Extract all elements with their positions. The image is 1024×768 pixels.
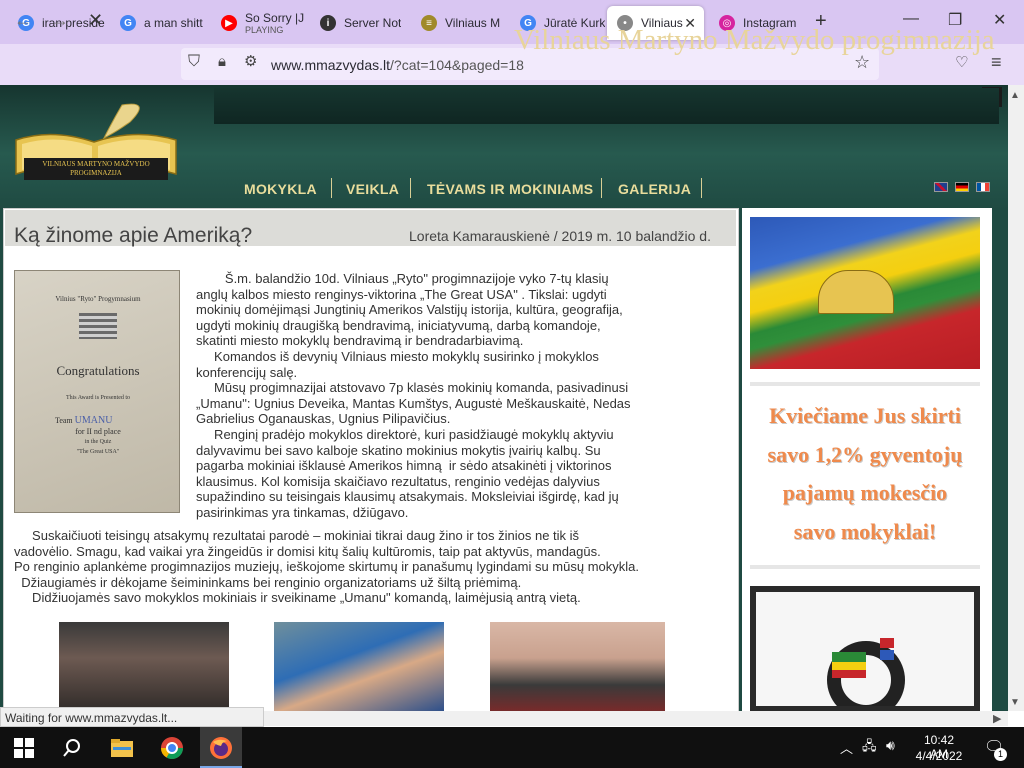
article-line: anglų kalbos miesto renginys-viktorina „… <box>196 286 607 302</box>
network-icon[interactable]: 🖧︎ <box>862 737 877 759</box>
scroll-down-icon[interactable]: ▼ <box>1010 697 1020 708</box>
search-icon[interactable] <box>62 738 86 762</box>
permissions-icon[interactable]: ⚙ <box>244 52 257 70</box>
article-line: Š.m. balandžio 10d. Vilniaus „Ryto" prog… <box>196 271 609 286</box>
article-line: „Umanu": Ugnius Deveika, Mantas Kumštys,… <box>196 395 631 411</box>
chevron-up-icon[interactable]: ︿ <box>840 738 853 757</box>
tab-label: So Sorry |J PLAYING <box>245 11 305 35</box>
article-line: Renginį pradėjo mokyklos direktorė, kuri… <box>196 426 614 442</box>
article-text: Š.m. balandžio 10d. Vilniaus „Ryto" prog… <box>196 271 631 521</box>
post-title[interactable]: Ką žinome apie Ameriką? <box>14 224 252 248</box>
close-window-icon[interactable]: ✕ <box>993 10 1006 30</box>
english-flag-icon[interactable] <box>934 182 948 192</box>
tab-label: Vilniaus M <box>445 16 501 30</box>
article-line: Suskaičiuoti teisingų atsakymų rezultata… <box>14 528 580 543</box>
chrome-icon[interactable] <box>160 736 184 760</box>
certificate-team-name: UMANU <box>74 415 113 426</box>
volume-icon[interactable]: 🔊︎ <box>886 737 895 754</box>
google-icon: G <box>120 15 136 31</box>
article-line: Džiaugiamės ir dėkojame šeimininkams bei… <box>14 574 522 590</box>
article-line: Po renginio aplankėme progimnazijos muzi… <box>14 559 639 575</box>
sidebar-divider <box>750 382 980 386</box>
article-line: vadovėlio. Smagu, kad vaikai yra žingeid… <box>14 543 601 559</box>
youtube-icon: ▶ <box>221 15 237 31</box>
back-icon[interactable]: ← <box>14 10 32 31</box>
certificate-line: This Award is Presented to <box>65 395 131 401</box>
tab-label: a man shitt <box>144 16 203 30</box>
menu-separator <box>701 178 702 198</box>
browser-tab[interactable]: i Server Not <box>310 6 410 40</box>
french-flag-icon[interactable] <box>976 182 990 192</box>
usa-flag-icon <box>79 313 117 339</box>
vertical-scrollbar[interactable] <box>1008 85 1024 711</box>
certificate-line: "The Great USA" <box>76 449 120 455</box>
poster-graphic <box>827 638 905 719</box>
photo-thumbnail[interactable] <box>490 622 665 712</box>
certificate-image[interactable]: Vilnius "Ryto" Progymnasium Congratulati… <box>14 270 180 513</box>
article-line: klausimus. Kol komisija skaičiavo rezult… <box>196 473 600 489</box>
browser-tab[interactable]: ▶ So Sorry |J PLAYING <box>211 6 309 40</box>
firefox-icon[interactable] <box>209 736 233 760</box>
tab-label: Server Not <box>344 16 402 30</box>
article-line: Didžiuojamės savo mokyklos mokiniais ir … <box>14 590 581 606</box>
certificate-line: for II nd place <box>75 427 121 436</box>
status-bar: Waiting for www.mmazvydas.lt... <box>0 707 264 727</box>
school-logo-icon: ≡ <box>421 15 437 31</box>
windows-start-icon[interactable] <box>14 738 38 762</box>
german-flag-icon[interactable] <box>955 182 969 192</box>
article-line: mokinių domėjimąsi Jungtinių Amerikos Va… <box>196 302 623 318</box>
menu-item-tevams[interactable]: TĖVAMS IR MOKINIAMS <box>427 181 593 197</box>
certificate-line: in the Quiz <box>84 439 112 445</box>
tax-donation-promo[interactable]: Kviečiame Jus skirti savo 1,2% gyventojų… <box>750 397 980 551</box>
menu-separator <box>601 178 602 198</box>
article-line: pagarba mokiniai išklausė Amerikos himną… <box>196 458 612 474</box>
menu-item-veikla[interactable]: VEIKLA <box>346 181 399 197</box>
scroll-right-icon[interactable]: ▶ <box>993 712 1001 725</box>
article-line: Mūsų progimnazijai atstovavo 7p klasės m… <box>196 380 629 396</box>
menu-separator <box>410 178 411 198</box>
article-line: pasirinkimas yra tinkamas, džiūgavo. <box>196 504 409 520</box>
article-line: dalyvavimu bei savo kalboje skatino moki… <box>196 442 601 458</box>
logo-caption: VILNIAUS MARTYNO MAŽVYDO PROGIMNAZIJA <box>42 160 150 177</box>
school-logo-icon <box>818 270 894 314</box>
shield-icon[interactable]: ⛉ <box>188 53 200 71</box>
menu-item-galerija[interactable]: GALERIJA <box>618 181 691 197</box>
url-text[interactable]: www.mmazvydas.lt/?cat=104&paged=18 <box>271 57 524 73</box>
sidebar-picture[interactable] <box>750 586 980 719</box>
info-icon: i <box>320 15 336 31</box>
menu-separator <box>331 178 332 198</box>
sidebar-divider <box>750 565 980 569</box>
certificate-school: Vilnius "Ryto" Progymnasium <box>55 295 141 303</box>
article-line: supažindino su teisingais klausimų atsak… <box>196 489 619 505</box>
scroll-up-icon[interactable]: ▲ <box>1010 90 1020 101</box>
article-line: Komandos iš devynių Vilniaus miesto moky… <box>196 348 599 364</box>
post-meta: Loreta Kamarauskienė / 2019 m. 10 baland… <box>409 228 711 244</box>
forward-icon[interactable]: → <box>51 10 69 31</box>
main-menu <box>214 88 999 124</box>
browser-tab[interactable]: ≡ Vilniaus M <box>411 6 509 40</box>
lock-icon[interactable]: 🔒︎ <box>218 53 226 70</box>
article-line: konferencijų salę. <box>196 364 298 380</box>
article-line: skatinti miesto mokyklų bendravimą ir be… <box>196 333 524 349</box>
photo-thumbnail[interactable] <box>274 622 444 712</box>
stop-loading-icon[interactable]: ✕ <box>88 10 103 31</box>
site-title: Vilniaus Martyno Mažvydo progimnazija <box>514 24 995 56</box>
certificate-heading: Congratulations <box>56 363 140 378</box>
browser-tab[interactable]: Ga man shitt <box>110 6 210 40</box>
menu-item-mokykla[interactable]: MOKYKLA <box>244 181 317 197</box>
article-line: ugdyti mokinių draugišką bendravimą, ini… <box>196 317 601 333</box>
article-line: Gabrielius Oganauskas, Ugnius Pilipaviči… <box>196 411 451 427</box>
certificate-team-label: Team <box>55 416 73 425</box>
file-explorer-icon[interactable] <box>110 737 134 761</box>
photo-thumbnail[interactable] <box>59 622 229 712</box>
notification-badge: 1 <box>994 748 1007 761</box>
clock-date[interactable]: 4/4/2022 <box>914 749 964 763</box>
article-text-full: Suskaičiuoti teisingų atsakymų rezultata… <box>14 528 639 606</box>
